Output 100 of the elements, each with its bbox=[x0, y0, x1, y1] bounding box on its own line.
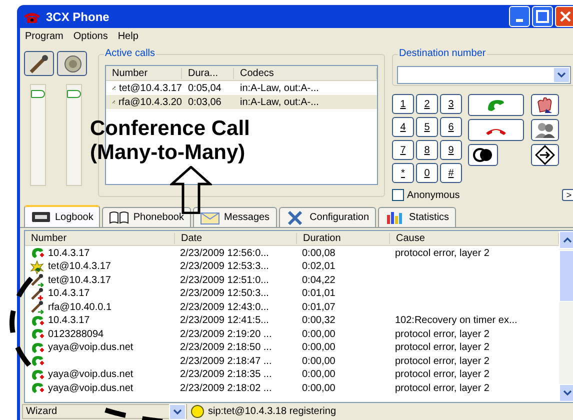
keypad-key[interactable]: 5 bbox=[416, 117, 438, 137]
destination-field[interactable] bbox=[397, 66, 571, 84]
log-cause: protocol error, layer 2 bbox=[394, 342, 490, 353]
microphone-button[interactable] bbox=[24, 51, 54, 76]
anonymous-checkbox[interactable] bbox=[392, 189, 404, 201]
log-number: 10.4.3.17 bbox=[48, 288, 90, 299]
envelope-icon bbox=[200, 210, 220, 225]
call-row[interactable]: tet@10.4.3.17 0:05,04 in:A-Law, out:A-... bbox=[106, 81, 377, 95]
log-date: 2/23/2009 12:50:3... bbox=[179, 288, 270, 299]
keypad-key[interactable]: 9 bbox=[440, 140, 462, 160]
volume-slider[interactable] bbox=[66, 84, 82, 186]
keypad-key[interactable]: * bbox=[392, 163, 414, 183]
minimize-icon bbox=[516, 19, 523, 22]
log-cause: protocol error, layer 2 bbox=[394, 356, 490, 366]
expand-button[interactable]: > bbox=[562, 189, 573, 201]
keypad-key[interactable]: 3 bbox=[440, 94, 462, 114]
column-header[interactable]: Date bbox=[175, 232, 297, 244]
log-cause: protocol error, layer 2 bbox=[394, 328, 490, 340]
minimize-button[interactable] bbox=[509, 6, 530, 27]
keypad-key[interactable]: 6 bbox=[440, 117, 462, 137]
group-label: Destination number bbox=[398, 48, 487, 59]
call-number: rfa@10.4.3.20 bbox=[118, 96, 182, 108]
log-number: tet@10.4.3.17 bbox=[48, 274, 111, 286]
slider-thumb[interactable] bbox=[31, 90, 45, 98]
log-date: 2/23/2009 2:18:02 ... bbox=[179, 382, 273, 394]
volume-slider[interactable] bbox=[30, 84, 46, 186]
call-duration: 0:05,04 bbox=[187, 82, 222, 94]
log-number: rfa@10.40.0.1 bbox=[48, 302, 112, 312]
log-duration: 0:00,00 bbox=[301, 369, 336, 380]
keypad-key[interactable]: 7 bbox=[392, 140, 414, 160]
log-date: 2/23/2009 12:41:5... bbox=[179, 315, 270, 326]
call-button[interactable] bbox=[468, 94, 524, 116]
keypad-key[interactable]: # bbox=[440, 163, 462, 183]
speaker-button[interactable] bbox=[57, 51, 87, 76]
keypad-key[interactable]: 2 bbox=[416, 94, 438, 114]
hangup-button[interactable] bbox=[468, 119, 524, 141]
do-not-disturb-button[interactable] bbox=[531, 94, 559, 116]
log-date: 2/23/2009 12:43:0... bbox=[179, 302, 270, 312]
handset-icon bbox=[30, 340, 45, 354]
menu-item[interactable]: Program bbox=[24, 31, 64, 44]
log-number: yaya@voip.dus.net bbox=[48, 369, 134, 380]
log-date: 2/23/2009 12:56:0... bbox=[179, 248, 270, 258]
column-header[interactable]: Codecs bbox=[234, 68, 377, 78]
menu-item[interactable]: Help bbox=[116, 31, 140, 44]
log-number: 0123288094 bbox=[48, 328, 104, 340]
log-duration: 0:01,07 bbox=[301, 302, 336, 312]
tab[interactable]: Configuration bbox=[278, 207, 376, 227]
column-header[interactable]: Number bbox=[106, 68, 182, 78]
caret-icon bbox=[557, 72, 566, 78]
log-number: yaya@voip.dus.net bbox=[48, 382, 134, 394]
log-cause: protocol error, layer 2 bbox=[394, 382, 490, 394]
maximize-icon bbox=[533, 7, 552, 26]
call-number: tet@10.4.3.17 bbox=[119, 82, 182, 94]
tab[interactable]: Phonebook bbox=[102, 207, 191, 227]
log-date: 2/23/2009 12:53:3... bbox=[179, 261, 270, 272]
log-cause: protocol error, layer 2 bbox=[394, 248, 490, 258]
scroll-down-button[interactable] bbox=[559, 384, 573, 402]
profile-dropdown[interactable]: Wizard bbox=[22, 404, 187, 419]
column-header[interactable]: Number bbox=[25, 232, 175, 244]
log-date: 2/23/2009 2:18:50 ... bbox=[179, 342, 273, 353]
log-date: 2/23/2009 12:51:0... bbox=[179, 274, 270, 286]
column-header[interactable]: Dura... bbox=[182, 68, 234, 78]
menu-item[interactable]: Options bbox=[72, 31, 109, 44]
tab[interactable]: Logbook bbox=[24, 205, 100, 227]
handset-icon bbox=[30, 314, 45, 328]
dropdown-button[interactable] bbox=[553, 67, 570, 83]
scrollbar[interactable] bbox=[559, 231, 573, 402]
transfer-button[interactable] bbox=[531, 144, 559, 166]
keypad-key[interactable]: 1 bbox=[392, 94, 414, 114]
window-title: 3CX Phone bbox=[46, 10, 110, 24]
microphone-icon bbox=[30, 273, 45, 287]
log-duration: 0:00,08 bbox=[301, 248, 336, 258]
scroll-thumb[interactable] bbox=[559, 250, 573, 302]
log-cause: 102:Recovery on timer ex... bbox=[394, 315, 518, 326]
starburst-icon bbox=[30, 260, 45, 274]
contacts-button[interactable] bbox=[531, 119, 559, 141]
up-arrow-annotation bbox=[170, 166, 212, 214]
microphone-icon bbox=[30, 286, 45, 300]
slider-thumb[interactable] bbox=[67, 90, 81, 98]
conference-button[interactable] bbox=[468, 144, 498, 166]
maximize-button[interactable] bbox=[532, 6, 553, 27]
scroll-up-button[interactable] bbox=[559, 231, 573, 249]
handset-icon bbox=[30, 381, 45, 395]
log-duration: 0:00,00 bbox=[301, 328, 336, 340]
close-button[interactable] bbox=[555, 6, 573, 27]
call-duration: 0:03,06 bbox=[187, 96, 222, 108]
group-label: Active calls bbox=[104, 48, 156, 59]
caret-icon bbox=[562, 390, 572, 396]
column-header[interactable]: Duration bbox=[297, 232, 390, 244]
tab[interactable]: Messages bbox=[192, 207, 277, 227]
call-row[interactable]: rfa@10.4.3.20 0:03,06 in:A-Law, out:A-... bbox=[106, 95, 377, 109]
keypad-key[interactable]: 4 bbox=[392, 117, 414, 137]
log-date: 2/23/2009 2:19:20 ... bbox=[179, 328, 273, 340]
tab[interactable]: Statistics bbox=[378, 207, 456, 227]
keypad-key[interactable]: 8 bbox=[416, 140, 438, 160]
log-duration: 0:00,32 bbox=[301, 315, 336, 326]
keypad-key[interactable]: 0 bbox=[416, 163, 438, 183]
log-duration: 0:02,01 bbox=[301, 261, 336, 272]
log-number: 10.4.3.17 bbox=[48, 248, 90, 258]
handset-icon bbox=[30, 246, 45, 260]
